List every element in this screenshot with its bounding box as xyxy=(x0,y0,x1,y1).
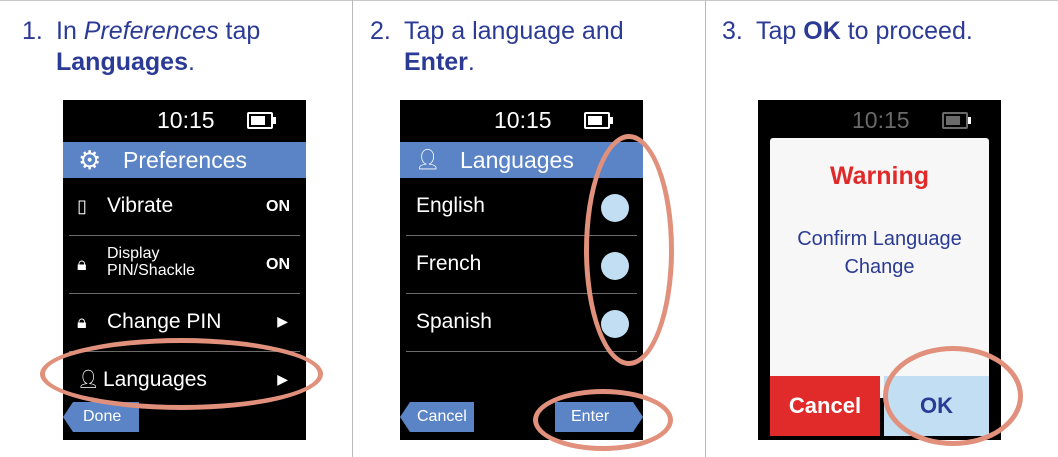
clock: 10:15 xyxy=(852,107,910,133)
step-text: Tap a language and xyxy=(404,17,624,45)
gear-icon: ⚙ xyxy=(78,145,102,175)
screen-title: Languages xyxy=(460,147,574,173)
step-text-italic: Preferences xyxy=(83,17,219,45)
step-text: to proceed. xyxy=(840,17,973,45)
menu-item-display-pin-shackle[interactable]: 🔒︎ Display PIN/Shackle ON xyxy=(63,236,306,294)
step-number: 1. xyxy=(22,17,43,45)
step-1-instruction: 1. In Preferences tap Languages. xyxy=(22,16,260,78)
step-number: 2. xyxy=(370,17,391,45)
step-text-bold: Languages xyxy=(56,48,188,76)
toggle-value: ON xyxy=(266,256,290,273)
step-text-bold: Enter xyxy=(404,48,468,76)
step-text: . xyxy=(467,48,475,76)
screen-title-bar: ⚙ Preferences xyxy=(63,142,306,178)
button-label: Cancel xyxy=(417,408,467,425)
tap-highlight-ellipse xyxy=(40,338,323,410)
clock: 10:15 xyxy=(494,107,552,133)
lock-keypad-icon: 🔒︎ xyxy=(77,312,87,332)
tap-highlight-ellipse xyxy=(584,134,674,366)
tap-highlight-ellipse xyxy=(533,389,673,451)
step-2-instruction: 2. Tap a language and Enter. xyxy=(370,16,624,78)
language-label: Spanish xyxy=(416,310,492,333)
status-bar: 10:15 xyxy=(400,100,643,142)
step-panel-1: 1. In Preferences tap Languages. 10:15 ⚙ … xyxy=(0,0,352,457)
button-label: Done xyxy=(83,408,122,425)
step-3-instruction: 3. Tap OK to proceed. xyxy=(722,16,973,47)
dialog-title: Warning xyxy=(829,162,930,190)
step-text: In xyxy=(56,17,84,45)
status-bar: 10:15 xyxy=(758,100,1001,142)
cancel-button[interactable]: Cancel xyxy=(770,376,880,436)
menu-item-label: Display PIN/Shackle xyxy=(107,245,196,279)
clock: 10:15 xyxy=(157,107,215,133)
step-panel-2: 2. Tap a language and Enter. 10:15 👤︎ Lan… xyxy=(353,0,705,457)
menu-item-label: Change PIN xyxy=(107,310,222,333)
status-bar: 10:15 xyxy=(63,100,306,142)
step-panel-3: 3. Tap OK to proceed. 10:15 Warning Confi… xyxy=(706,0,1058,457)
step-text: . xyxy=(187,48,195,76)
menu-item-label: Vibrate xyxy=(107,194,174,217)
dialog-message: Confirm Language Change xyxy=(797,228,962,278)
step-number: 3. xyxy=(722,17,743,45)
step-text-bold: OK xyxy=(803,17,841,45)
screen-title: Preferences xyxy=(123,147,248,173)
step-text: tap xyxy=(218,17,261,45)
chevron-right-icon: ▶ xyxy=(277,313,288,329)
speech-person-icon: 👤︎ xyxy=(415,149,441,171)
battery-icon xyxy=(584,112,613,129)
lock-icon: 🔒︎ xyxy=(77,254,87,274)
tap-highlight-ellipse xyxy=(883,346,1023,446)
menu-item-vibrate[interactable]: ▯ Vibrate ON xyxy=(63,178,306,236)
battery-icon xyxy=(942,112,971,129)
language-label: English xyxy=(416,194,485,217)
language-label: French xyxy=(416,252,482,275)
step-text: Tap xyxy=(756,17,804,45)
phone-icon: ▯ xyxy=(77,196,87,216)
cancel-button[interactable]: Cancel xyxy=(400,402,474,432)
battery-icon xyxy=(247,112,276,129)
toggle-value: ON xyxy=(266,198,290,215)
